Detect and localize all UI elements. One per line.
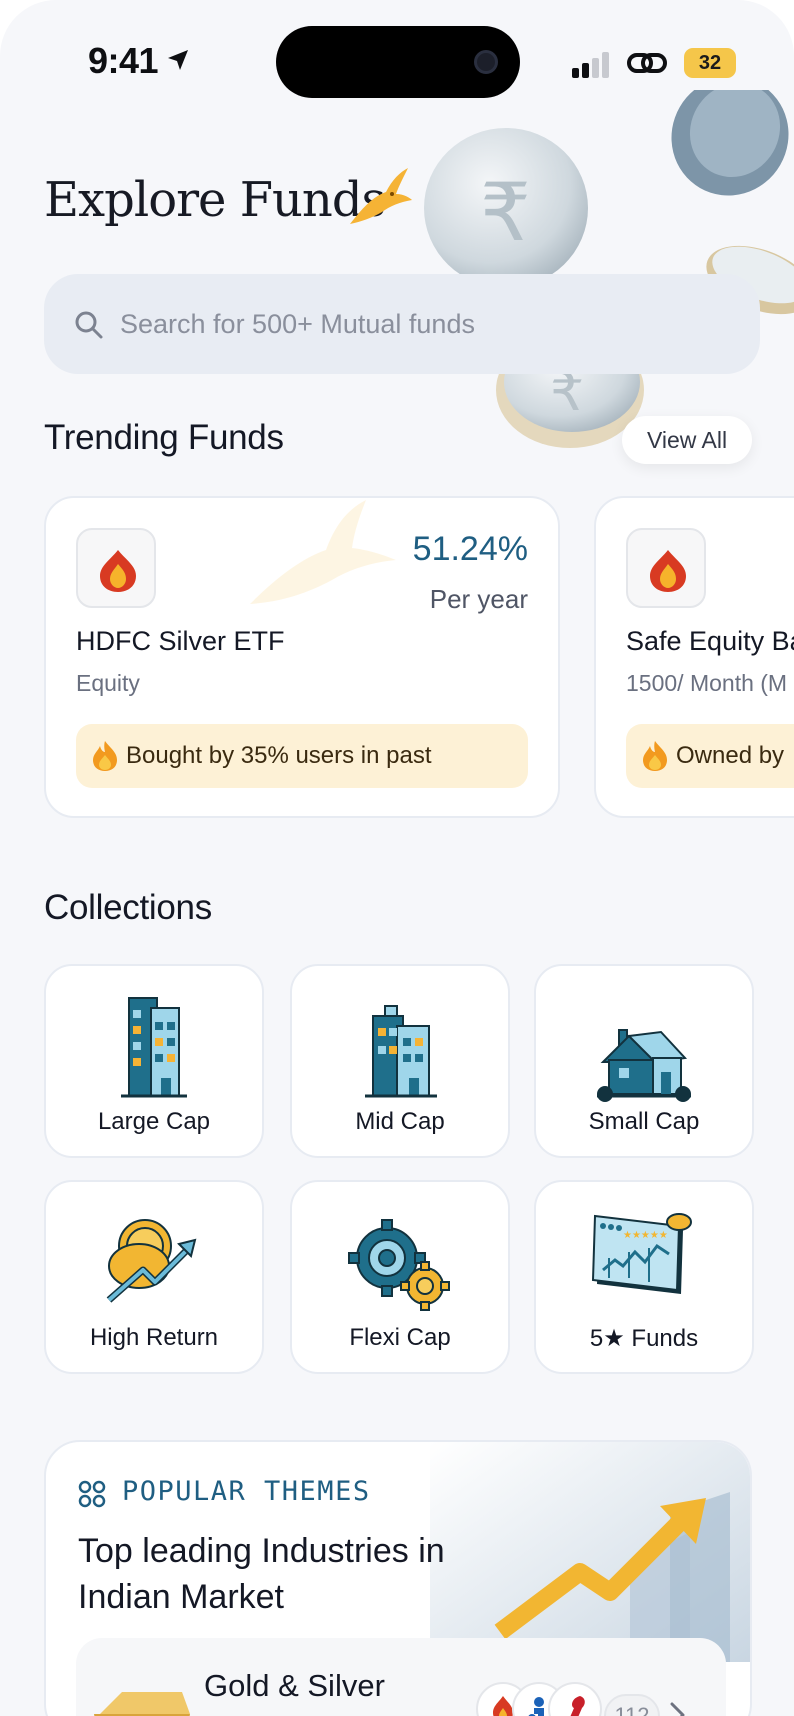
- status-time: 9:41: [88, 40, 159, 81]
- themes-heading: Top leading Industries in Indian Market: [78, 1532, 445, 1616]
- collection-large-cap[interactable]: Large Cap: [44, 964, 264, 1158]
- search-bar[interactable]: [44, 274, 760, 374]
- page-title: Explore Funds: [44, 172, 386, 228]
- hdfc-flame-logo-icon: [100, 550, 136, 592]
- fire-icon: [643, 741, 667, 771]
- collection-label: High Return: [89, 1324, 219, 1351]
- collection-mid-cap[interactable]: Mid Cap: [290, 964, 510, 1158]
- app-screen: 9:41 32 ₹ ₹ Explore Funds Search for 500…: [0, 0, 794, 1716]
- hdfc-flame-logo-icon: [650, 550, 686, 592]
- battery-indicator: 32: [684, 48, 736, 78]
- search-icon: [75, 311, 103, 339]
- collection-label: Large Cap: [97, 1108, 211, 1135]
- fund-house-avatars: 112: [476, 1682, 685, 1716]
- fund-logo: [626, 528, 706, 608]
- collection-high-return[interactable]: High Return: [44, 1180, 264, 1374]
- collection-5-star-funds[interactable]: ★★★★★ 5★ Funds: [534, 1180, 754, 1374]
- chevron-right-icon: [670, 1702, 685, 1716]
- svg-text:★★★★★: ★★★★★: [623, 1230, 668, 1241]
- dynamic-island: [276, 26, 520, 98]
- fund-return: 51.24%: [412, 530, 528, 568]
- svg-text:₹: ₹: [480, 166, 531, 259]
- collections-title: Collections: [44, 888, 212, 927]
- coin-growth-icon: [106, 1219, 197, 1303]
- fund-popularity-badge: Owned by: [626, 724, 794, 788]
- collection-label: Small Cap: [588, 1108, 700, 1135]
- fund-logo: [76, 528, 156, 608]
- house-icon: [597, 1029, 691, 1102]
- fund-count-badge: 112: [604, 1694, 660, 1716]
- collection-label: Flexi Cap: [349, 1324, 451, 1351]
- camera-icon: [474, 50, 498, 74]
- themes-section-label: POPULAR THEMES: [122, 1476, 371, 1507]
- fire-icon: [93, 741, 117, 771]
- fund-card[interactable]: Safe Equity Ba 1500/ Month (M Owned by: [594, 496, 794, 818]
- trending-funds-title: Trending Funds: [44, 418, 284, 457]
- collection-flexi-cap[interactable]: Flexi Cap: [290, 1180, 510, 1374]
- theme-name: Gold & Silver: [204, 1668, 385, 1703]
- fund-category: 1500/ Month (M: [626, 670, 788, 696]
- fund-card[interactable]: 51.24% Per year HDFC Silver ETF Equity B…: [44, 496, 560, 818]
- collection-small-cap[interactable]: Small Cap: [534, 964, 754, 1158]
- view-all-button[interactable]: View All: [622, 416, 752, 464]
- fund-popularity-badge: Bought by 35% users in past: [76, 724, 528, 788]
- gold-bar-icon: [94, 1692, 190, 1716]
- signal-icon: [572, 52, 609, 78]
- search-input[interactable]: [120, 292, 720, 356]
- location-arrow-icon: [168, 50, 188, 70]
- fund-badge-text: Bought by 35% users in past: [126, 742, 432, 769]
- collection-label: Mid Cap: [355, 1108, 445, 1135]
- popular-themes-card: POPULAR THEMES Top leading Industries in…: [44, 1440, 752, 1716]
- large-building-icon: [121, 997, 187, 1098]
- mid-building-icon: [365, 1005, 437, 1098]
- fund-name: HDFC Silver ETF: [76, 626, 285, 656]
- link-icon: [627, 53, 667, 73]
- fund-badge-text: Owned by: [676, 742, 785, 769]
- fund-house-avatar: [548, 1682, 602, 1716]
- bird-watermark-icon: [250, 500, 396, 604]
- gears-icon: [348, 1219, 450, 1311]
- bird-icon: [350, 168, 412, 224]
- grid-icon: [78, 1480, 106, 1508]
- fund-category: Equity: [76, 670, 140, 696]
- red-logo-icon: [570, 1696, 585, 1716]
- theme-item-gold-silver[interactable]: Gold & Silver 112: [76, 1638, 726, 1716]
- rated-chart-icon: ★★★★★: [591, 1213, 692, 1294]
- collection-label: 5★ Funds: [589, 1325, 699, 1352]
- fund-name: Safe Equity Ba: [626, 626, 794, 656]
- fund-return-period: Per year: [429, 584, 528, 614]
